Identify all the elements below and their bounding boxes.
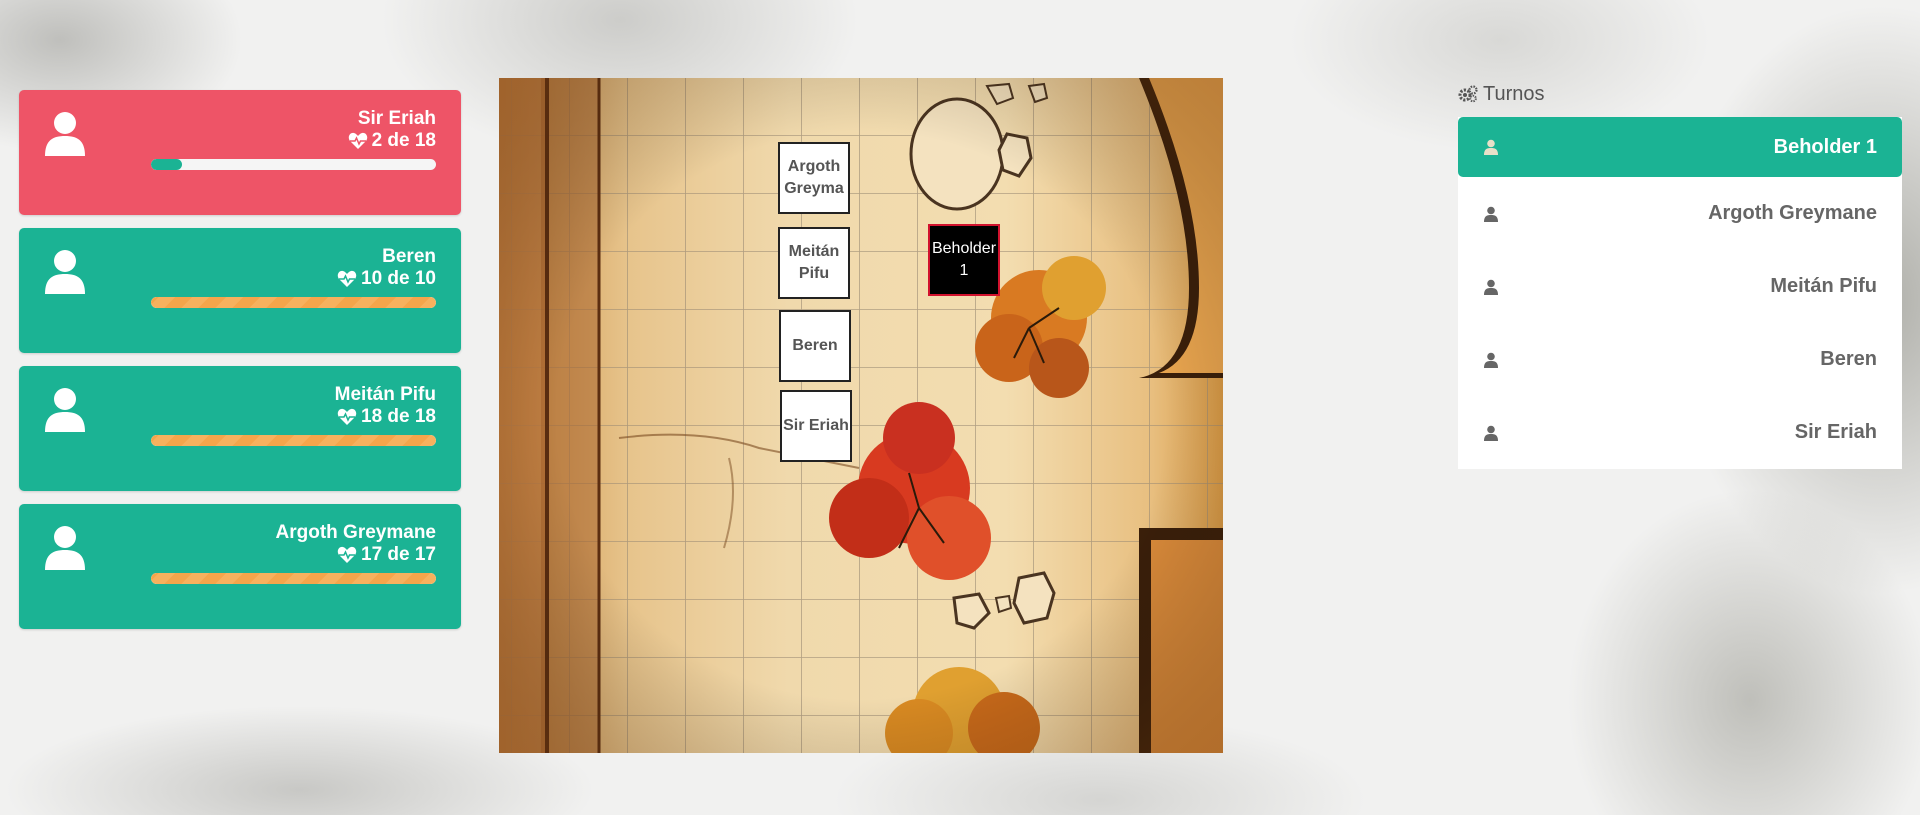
player-cards: Sir Eriah 2 de 18 Beren 10 de 10 Meitán … bbox=[19, 90, 461, 642]
turn-item[interactable]: Meitán Pifu bbox=[1458, 250, 1902, 323]
player-hp: 18 de 18 bbox=[337, 406, 436, 428]
hp-bar bbox=[151, 435, 436, 446]
player-card-sir-eriah[interactable]: Sir Eriah 2 de 18 bbox=[19, 90, 461, 215]
hp-bar-fill bbox=[151, 159, 183, 170]
heartbeat-icon bbox=[337, 270, 357, 287]
turn-item[interactable]: Argoth Greymane bbox=[1458, 177, 1902, 250]
player-hp-text: 18 de 18 bbox=[361, 406, 436, 427]
player-hp-text: 17 de 17 bbox=[361, 544, 436, 565]
turn-item[interactable]: Sir Eriah bbox=[1458, 396, 1902, 469]
hp-bar-fill bbox=[151, 435, 436, 446]
turns-panel: Turnos Beholder 1 Argoth Greymane Meitán… bbox=[1458, 80, 1902, 469]
turns-title: Turnos bbox=[1483, 82, 1545, 105]
token-beholder-1[interactable]: Beholder 1 bbox=[928, 224, 1000, 296]
player-name: Sir Eriah bbox=[357, 108, 436, 129]
user-icon bbox=[1484, 206, 1498, 222]
hp-bar bbox=[151, 159, 436, 170]
token-meitan-pifu[interactable]: Meitán Pifu bbox=[778, 227, 850, 299]
token-argoth-greymane[interactable]: Argoth Greyma bbox=[778, 142, 850, 214]
user-icon bbox=[45, 526, 85, 570]
turn-name: Beholder 1 bbox=[1773, 135, 1877, 158]
user-icon bbox=[1484, 279, 1498, 295]
turn-name: Meitán Pifu bbox=[1770, 275, 1877, 297]
user-icon bbox=[45, 112, 85, 156]
player-hp: 10 de 10 bbox=[337, 268, 436, 290]
cogs-icon bbox=[1458, 85, 1478, 103]
turns-header: Turnos bbox=[1458, 80, 1902, 108]
heartbeat-icon bbox=[337, 546, 357, 563]
turn-list: Beholder 1 Argoth Greymane Meitán Pifu B… bbox=[1458, 117, 1902, 469]
turn-name: Argoth Greymane bbox=[1708, 202, 1877, 224]
user-icon bbox=[1484, 139, 1498, 155]
hp-bar-fill bbox=[151, 297, 436, 308]
turn-name: Beren bbox=[1820, 348, 1877, 370]
player-name: Beren bbox=[382, 246, 436, 267]
player-name: Meitán Pifu bbox=[334, 384, 436, 405]
hp-bar bbox=[151, 297, 436, 308]
user-icon bbox=[45, 388, 85, 432]
hp-bar-fill bbox=[151, 573, 436, 584]
map-artwork bbox=[499, 78, 1223, 753]
turn-item-active[interactable]: Beholder 1 bbox=[1458, 117, 1902, 177]
hp-bar bbox=[151, 573, 436, 584]
battle-map[interactable]: Argoth Greyma Meitán Pifu Beren Sir Eria… bbox=[499, 78, 1223, 753]
user-icon bbox=[1484, 352, 1498, 368]
user-icon bbox=[1484, 425, 1498, 441]
player-hp: 17 de 17 bbox=[337, 544, 436, 566]
token-sir-eriah[interactable]: Sir Eriah bbox=[780, 390, 852, 462]
player-card-argoth-greymane[interactable]: Argoth Greymane 17 de 17 bbox=[19, 504, 461, 629]
turn-name: Sir Eriah bbox=[1794, 421, 1877, 443]
turn-item[interactable]: Beren bbox=[1458, 323, 1902, 396]
player-hp-text: 2 de 18 bbox=[371, 130, 436, 151]
player-card-beren[interactable]: Beren 10 de 10 bbox=[19, 228, 461, 353]
player-card-meitan-pifu[interactable]: Meitán Pifu 18 de 18 bbox=[19, 366, 461, 491]
player-hp: 2 de 18 bbox=[348, 130, 436, 152]
heartbeat-icon bbox=[348, 132, 367, 149]
player-hp-text: 10 de 10 bbox=[361, 268, 436, 289]
user-icon bbox=[45, 250, 85, 294]
token-beren[interactable]: Beren bbox=[779, 310, 851, 382]
player-name: Argoth Greymane bbox=[275, 522, 436, 543]
heartbeat-icon bbox=[337, 408, 357, 425]
